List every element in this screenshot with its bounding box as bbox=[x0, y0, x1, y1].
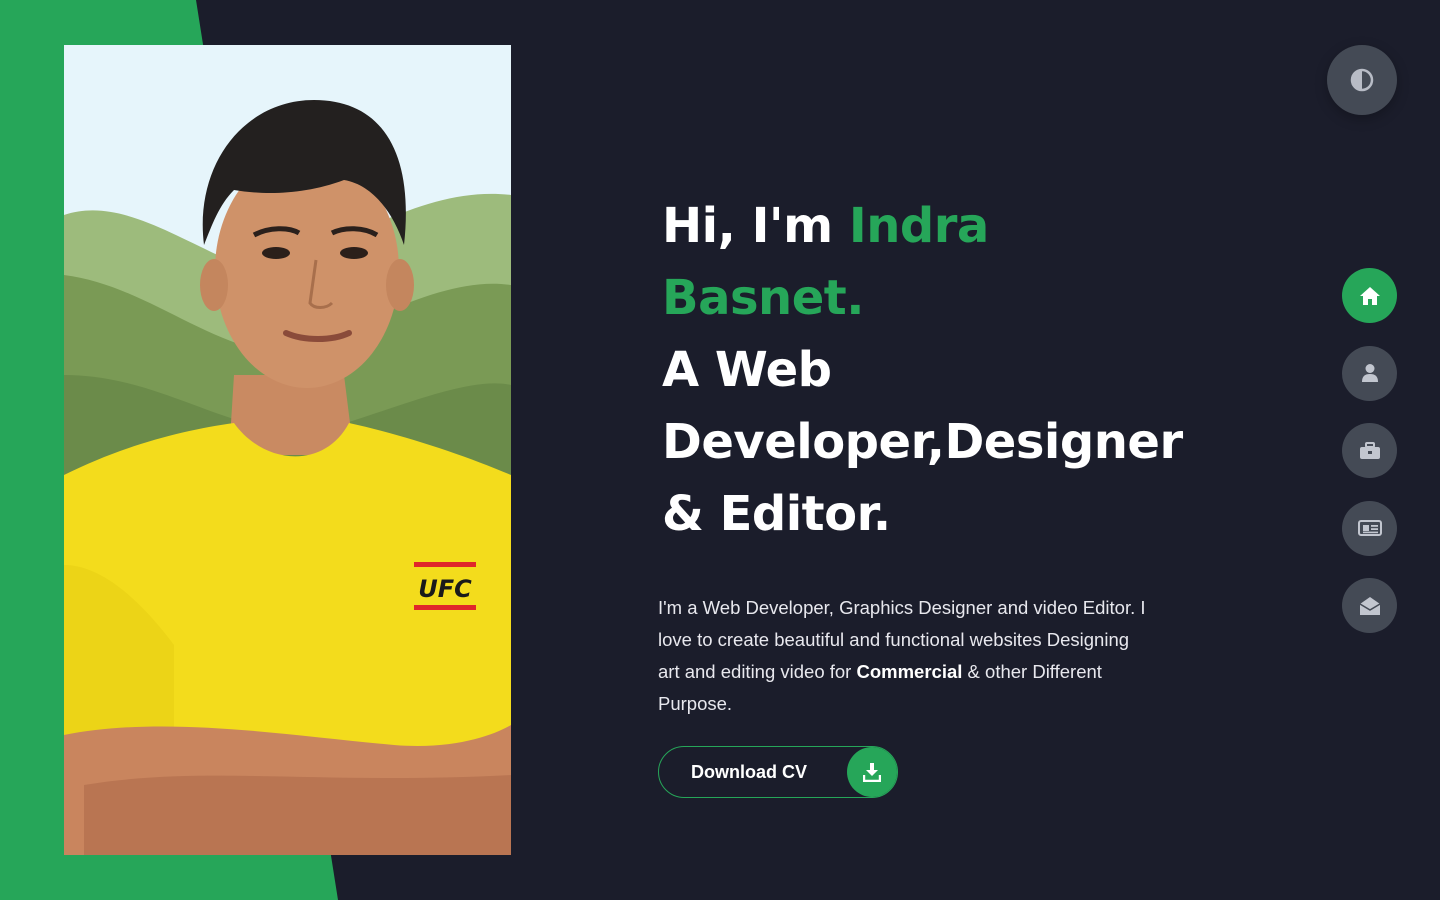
theme-toggle-button[interactable] bbox=[1327, 45, 1397, 115]
download-icon bbox=[847, 747, 897, 797]
user-icon bbox=[1361, 364, 1378, 382]
hero-headline: Hi, I'm Indra Basnet. A Web Developer,De… bbox=[662, 190, 1183, 550]
envelope-open-icon bbox=[1359, 596, 1380, 615]
download-cv-label: Download CV bbox=[691, 761, 807, 782]
nav-portfolio-button[interactable] bbox=[1342, 423, 1397, 478]
nav-home-button[interactable] bbox=[1342, 268, 1397, 323]
svg-text:UFC: UFC bbox=[418, 575, 472, 603]
greeting-text: Hi, I'm bbox=[662, 198, 849, 254]
contrast-icon bbox=[1350, 68, 1374, 92]
newspaper-icon bbox=[1357, 520, 1382, 536]
side-navigation bbox=[1342, 268, 1397, 656]
nav-blog-button[interactable] bbox=[1342, 500, 1397, 556]
headline-line-4: & Editor. bbox=[662, 486, 891, 542]
download-cv-button[interactable]: Download CV bbox=[658, 746, 898, 798]
briefcase-icon bbox=[1359, 441, 1380, 459]
headline-line-2: A Web bbox=[662, 342, 832, 398]
headline-line-3: Developer,Designer bbox=[662, 414, 1183, 470]
nav-contact-button[interactable] bbox=[1342, 578, 1397, 633]
intro-bold: Commercial bbox=[856, 661, 963, 682]
profile-photo: UFC bbox=[64, 45, 511, 855]
nav-about-button[interactable] bbox=[1342, 345, 1397, 401]
home-icon bbox=[1359, 286, 1380, 305]
hero-section: Hi, I'm Indra Basnet. A Web Developer,De… bbox=[658, 190, 1183, 798]
hero-page: UFC Hi, I'm Indra Basnet. A Web Develope… bbox=[0, 0, 1440, 900]
intro-paragraph: I'm a Web Developer, Graphics Designer a… bbox=[658, 592, 1153, 720]
